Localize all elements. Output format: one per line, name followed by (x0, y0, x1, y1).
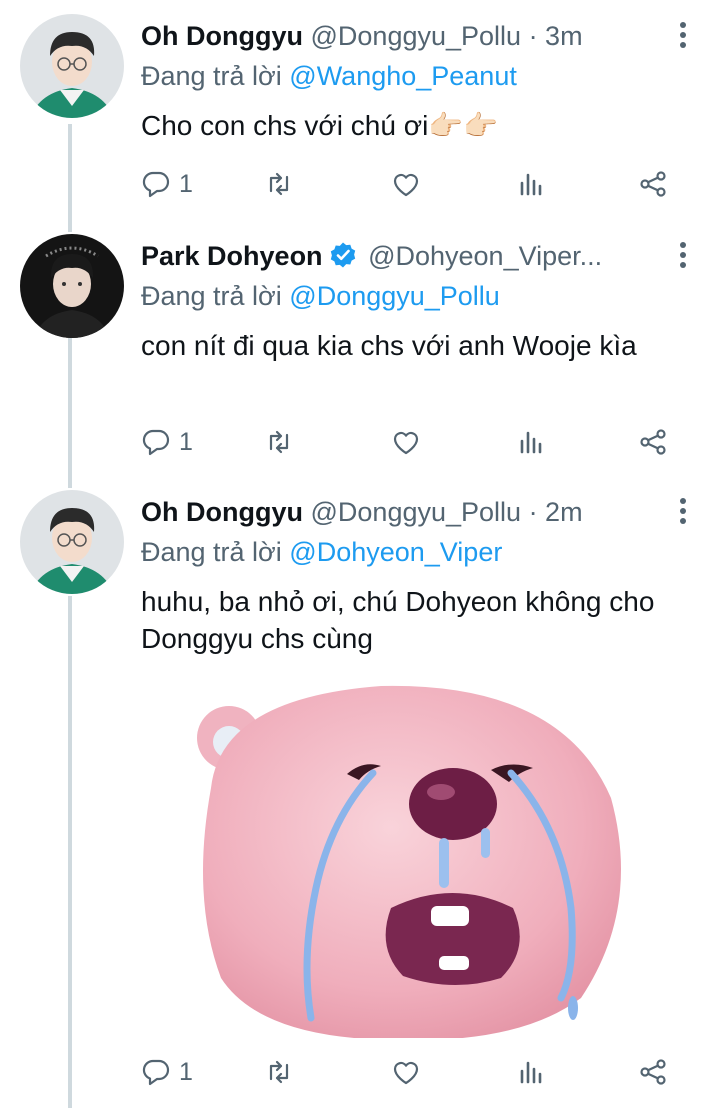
tweet-text: huhu, ba nhỏ ơi, chú Dohyeon không cho D… (141, 586, 655, 654)
reply-count: 1 (179, 1057, 193, 1086)
like-button[interactable] (391, 164, 421, 204)
timestamp[interactable]: · 2m (529, 497, 583, 527)
tweet[interactable]: Oh Donggyu @Donggyu_Pollu · 3m Đang trả … (0, 14, 719, 224)
mention-link[interactable]: @Dohyeon_Viper (289, 537, 502, 567)
tweet-header: Oh Donggyu @Donggyu_Pollu · 2m (141, 490, 667, 534)
avatar[interactable] (20, 490, 124, 594)
verified-badge-icon (330, 242, 355, 268)
timestamp[interactable]: · 3m (529, 21, 583, 51)
reply-button[interactable]: 1 (141, 422, 193, 462)
retweet-button[interactable] (264, 422, 294, 462)
retweet-button[interactable] (264, 1052, 294, 1092)
retweet-icon (269, 172, 289, 196)
reply-count: 1 (179, 169, 193, 198)
reply-icon (142, 429, 170, 456)
replying-to: Đang trả lời @Wangho_Peanut (141, 56, 517, 96)
action-bar: 1 (141, 422, 691, 462)
tweet-header: Park Dohyeon @Dohyeon_Viper... (141, 234, 667, 278)
tweet[interactable]: Oh Donggyu @Donggyu_Pollu · 2m Đang trả … (0, 490, 719, 1108)
action-bar: 1 (141, 1052, 691, 1092)
like-button[interactable] (391, 422, 421, 462)
avatar[interactable] (20, 234, 124, 338)
reply-count: 1 (179, 427, 193, 456)
replying-to: Đang trả lời @Donggyu_Pollu (141, 276, 500, 316)
tweet-text: con nít đi qua kia chs với anh Wooje kìa (141, 330, 637, 361)
user-handle[interactable]: @Donggyu_Pollu (311, 21, 522, 51)
analytics-icon (520, 173, 542, 196)
retweet-button[interactable] (264, 164, 294, 204)
avatar[interactable] (20, 14, 124, 118)
action-bar: 1 (141, 164, 691, 204)
tweet-media-image[interactable] (141, 678, 689, 1038)
retweet-icon (269, 1060, 289, 1084)
user-handle[interactable]: @Dohyeon_Viper... (368, 241, 602, 271)
tweet[interactable]: Park Dohyeon @Dohyeon_Viper... Đang trả … (0, 234, 719, 474)
user-handle[interactable]: @Donggyu_Pollu (311, 497, 522, 527)
analytics-button[interactable] (516, 422, 546, 462)
share-icon (640, 429, 666, 455)
replying-to: Đang trả lời @Dohyeon_Viper (141, 532, 502, 572)
replying-prefix: Đang trả lời (141, 61, 282, 91)
more-options-icon[interactable] (677, 494, 689, 530)
analytics-icon (520, 1061, 542, 1084)
heart-icon (393, 1061, 419, 1085)
analytics-button[interactable] (516, 164, 546, 204)
like-button[interactable] (391, 1052, 421, 1092)
more-options-icon[interactable] (677, 238, 689, 274)
reply-button[interactable]: 1 (141, 1052, 193, 1092)
display-name[interactable]: Park Dohyeon (141, 241, 323, 271)
tweet-header: Oh Donggyu @Donggyu_Pollu · 3m (141, 14, 667, 58)
reply-button[interactable]: 1 (141, 164, 193, 204)
mention-link[interactable]: @Wangho_Peanut (289, 61, 517, 91)
mention-link[interactable]: @Donggyu_Pollu (289, 281, 500, 311)
share-button[interactable] (638, 164, 668, 204)
display-name[interactable]: Oh Donggyu (141, 21, 303, 51)
heart-icon (393, 173, 419, 197)
reply-icon (142, 171, 170, 198)
share-button[interactable] (638, 1052, 668, 1092)
replying-prefix: Đang trả lời (141, 281, 282, 311)
tweet-text: Cho con chs với chú ơi👉🏻👉🏻 (141, 110, 499, 141)
share-button[interactable] (638, 422, 668, 462)
reply-icon (142, 1059, 170, 1086)
analytics-icon (520, 431, 542, 454)
analytics-button[interactable] (516, 1052, 546, 1092)
more-options-icon[interactable] (677, 18, 689, 54)
share-icon (640, 171, 666, 197)
display-name[interactable]: Oh Donggyu (141, 497, 303, 527)
crying-beaver-sticker-icon (197, 685, 621, 1038)
retweet-icon (269, 430, 289, 454)
heart-icon (393, 431, 419, 455)
share-icon (640, 1059, 666, 1085)
replying-prefix: Đang trả lời (141, 537, 282, 567)
